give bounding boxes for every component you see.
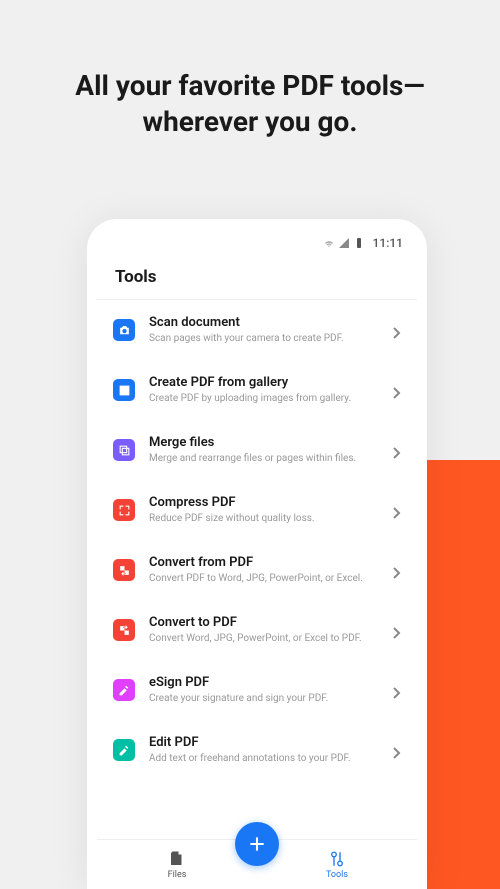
chevron-right-icon — [393, 444, 401, 456]
tool-title: Merge files — [149, 435, 379, 450]
tool-desc: Add text or freehand annotations to your… — [149, 752, 379, 765]
tools-icon — [328, 850, 346, 868]
status-bar: 11:11 — [97, 229, 417, 257]
tool-convert-from-pdf[interactable]: Convert from PDF Convert PDF to Word, JP… — [113, 540, 401, 600]
phone-screen: 11:11 Tools Scan document Scan pages wit… — [97, 229, 417, 889]
chevron-right-icon — [393, 564, 401, 576]
tool-desc: Reduce PDF size without quality loss. — [149, 512, 379, 525]
tool-title: Edit PDF — [149, 735, 379, 750]
plus-icon — [247, 834, 267, 854]
status-time: 11:11 — [373, 236, 403, 250]
nav-files[interactable]: Files — [97, 840, 257, 889]
tool-title: Convert from PDF — [149, 555, 379, 570]
sign-icon — [113, 679, 135, 701]
tool-scan-document[interactable]: Scan document Scan pages with your camer… — [113, 300, 401, 360]
chevron-right-icon — [393, 744, 401, 756]
compress-icon — [113, 499, 135, 521]
wifi-icon — [323, 237, 335, 249]
tool-desc: Scan pages with your camera to create PD… — [149, 332, 379, 345]
tool-title: Convert to PDF — [149, 615, 379, 630]
tool-title: Create PDF from gallery — [149, 375, 379, 390]
page-header: Tools — [97, 257, 417, 300]
chevron-right-icon — [393, 384, 401, 396]
edit-icon — [113, 739, 135, 761]
nav-label: Tools — [326, 870, 348, 880]
merge-icon — [113, 439, 135, 461]
camera-icon — [113, 319, 135, 341]
nav-label: Files — [168, 870, 187, 880]
tool-title: eSign PDF — [149, 675, 379, 690]
battery-icon — [353, 237, 365, 249]
tool-title: Compress PDF — [149, 495, 379, 510]
tool-merge-files[interactable]: Merge files Merge and rearrange files or… — [113, 420, 401, 480]
convert-to-icon — [113, 619, 135, 641]
tool-compress-pdf[interactable]: Compress PDF Reduce PDF size without qua… — [113, 480, 401, 540]
image-icon — [113, 379, 135, 401]
fab-add-button[interactable] — [235, 822, 279, 866]
tool-desc: Create PDF by uploading images from gall… — [149, 392, 379, 405]
page-title: Tools — [115, 267, 399, 287]
tool-desc: Merge and rearrange files or pages withi… — [149, 452, 379, 465]
tool-edit-pdf[interactable]: Edit PDF Add text or freehand annotation… — [113, 720, 401, 780]
signal-icon — [338, 237, 350, 249]
tool-desc: Convert PDF to Word, JPG, PowerPoint, or… — [149, 572, 379, 585]
tool-title: Scan document — [149, 315, 379, 330]
nav-tools[interactable]: Tools — [257, 840, 417, 889]
chevron-right-icon — [393, 684, 401, 696]
phone-frame: 11:11 Tools Scan document Scan pages wit… — [87, 219, 427, 889]
tool-desc: Create your signature and sign your PDF. — [149, 692, 379, 705]
chevron-right-icon — [393, 624, 401, 636]
files-icon — [168, 850, 186, 868]
tool-convert-to-pdf[interactable]: Convert to PDF Convert Word, JPG, PowerP… — [113, 600, 401, 660]
chevron-right-icon — [393, 504, 401, 516]
marketing-headline: All your favorite PDF tools—wherever you… — [0, 0, 500, 141]
tool-esign-pdf[interactable]: eSign PDF Create your signature and sign… — [113, 660, 401, 720]
bottom-nav: Files Tools — [97, 839, 417, 889]
tool-desc: Convert Word, JPG, PowerPoint, or Excel … — [149, 632, 379, 645]
chevron-right-icon — [393, 324, 401, 336]
tool-create-from-gallery[interactable]: Create PDF from gallery Create PDF by up… — [113, 360, 401, 420]
decorative-orange-block — [425, 460, 500, 889]
convert-from-icon — [113, 559, 135, 581]
tools-list: Scan document Scan pages with your camer… — [97, 300, 417, 839]
